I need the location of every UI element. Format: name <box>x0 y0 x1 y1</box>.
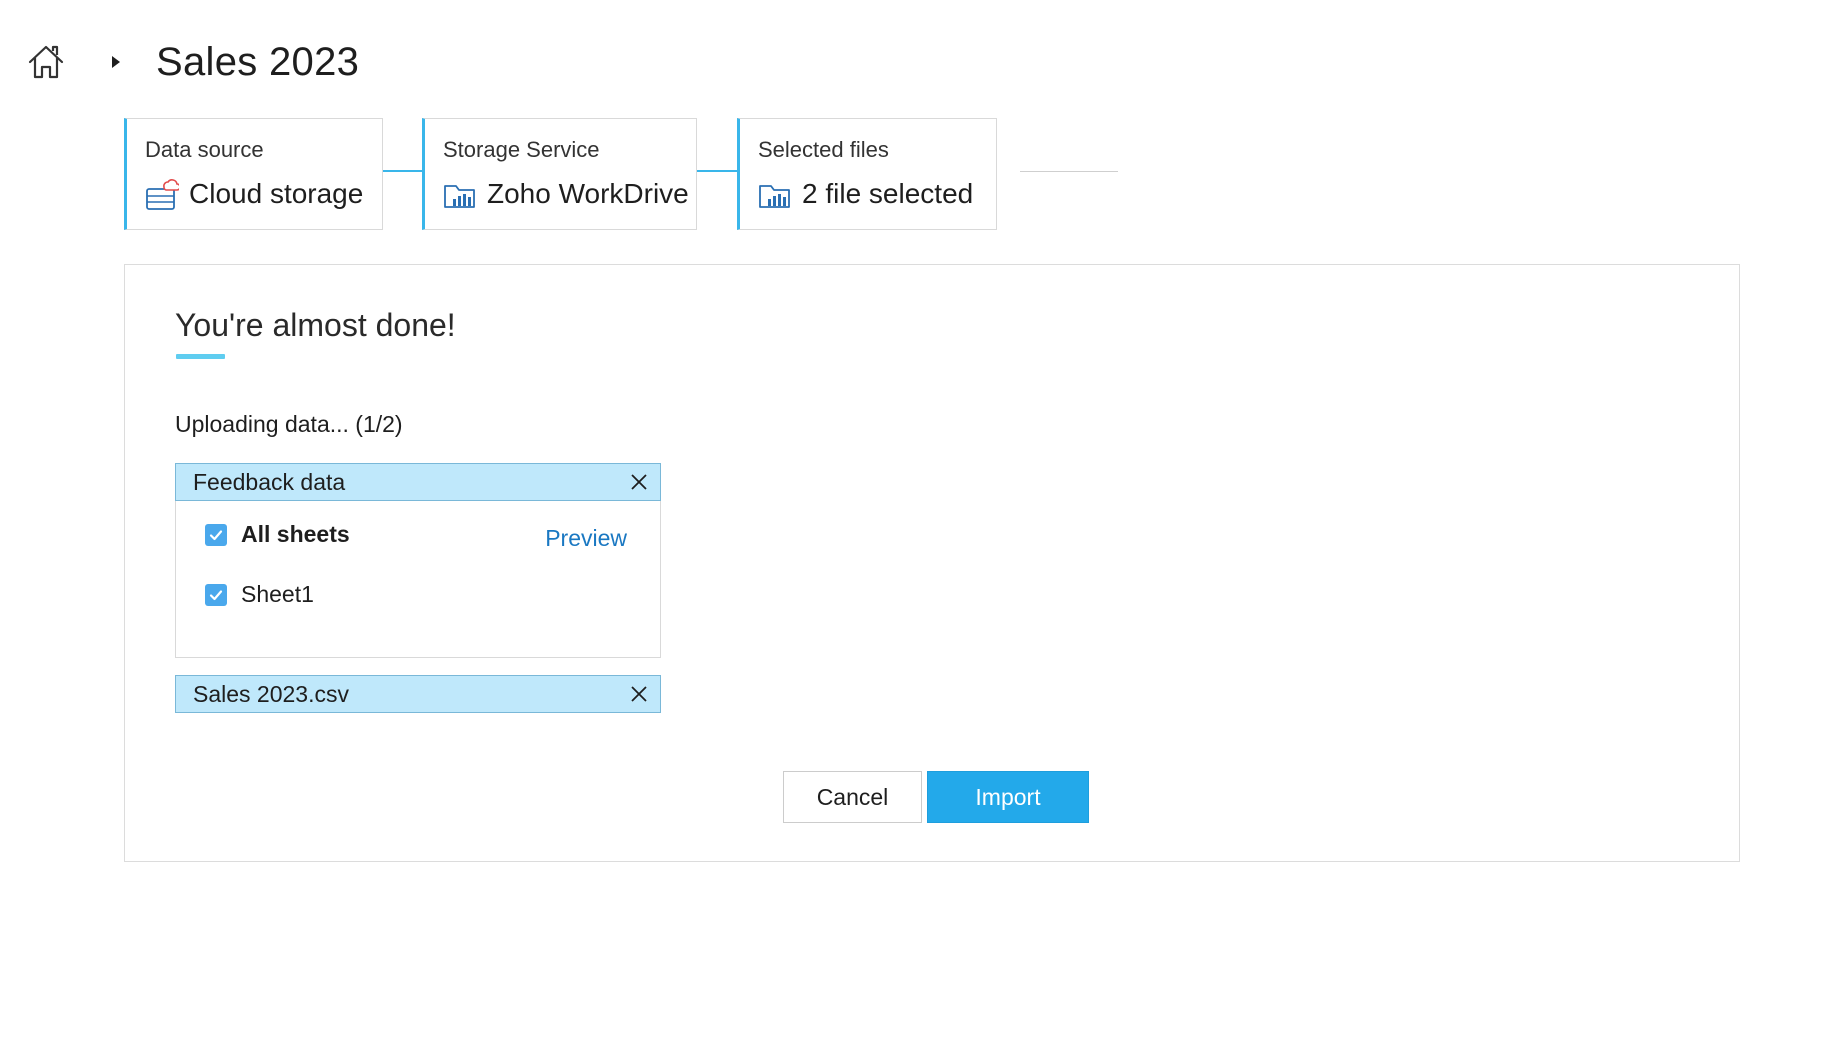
close-icon[interactable] <box>628 471 650 493</box>
file-name: Feedback data <box>193 468 346 495</box>
file-block: Feedback data All sheets Preview Sheet1 <box>175 463 661 658</box>
home-icon[interactable] <box>26 42 66 82</box>
import-button[interactable]: Import <box>927 771 1089 823</box>
step-value-row: Zoho WorkDrive <box>443 177 696 211</box>
file-name: Sales 2023.csv <box>193 680 349 707</box>
file-header[interactable]: Sales 2023.csv <box>175 675 661 713</box>
sheet-label: Sheet1 <box>241 581 314 607</box>
step-selected-files: Selected files 2 file selected <box>737 118 997 230</box>
workdrive-folder-icon <box>759 185 790 208</box>
step-value-row: Cloud storage <box>145 177 382 211</box>
step-label: Selected files <box>758 137 889 162</box>
cancel-button[interactable]: Cancel <box>783 771 922 823</box>
sheet1-checkbox[interactable] <box>205 583 227 606</box>
sheet-label: All sheets <box>241 521 350 547</box>
step-label: Storage Service <box>443 137 600 162</box>
step-connector <box>383 170 422 172</box>
close-icon[interactable] <box>628 683 650 705</box>
step-label: Data source <box>145 137 264 162</box>
file-block: Sales 2023.csv <box>175 675 661 713</box>
page-title: Sales 2023 <box>156 39 360 84</box>
file-header[interactable]: Feedback data <box>175 463 661 501</box>
step-data-source: Data source Cloud storage <box>124 118 383 230</box>
workdrive-folder-icon <box>444 185 475 208</box>
check-icon <box>209 589 223 600</box>
caret-right-icon <box>112 56 120 68</box>
step-tail-line <box>1020 171 1118 172</box>
step-value: 2 file selected <box>802 178 974 209</box>
step-value: Zoho WorkDrive <box>487 178 689 209</box>
page-header: Sales 2023 <box>26 34 359 90</box>
step-connector <box>697 170 737 172</box>
step-value-row: 2 file selected <box>758 177 996 211</box>
check-icon <box>209 529 223 540</box>
cloud-storage-icon <box>146 179 179 210</box>
step-value: Cloud storage <box>189 178 364 209</box>
import-card: You're almost done! Uploading data... (1… <box>124 264 1740 862</box>
all-sheets-checkbox[interactable] <box>205 523 227 546</box>
heading-underline <box>176 354 225 359</box>
sheet-panel: All sheets Preview Sheet1 <box>175 501 661 658</box>
sheet-row-sheet1: Sheet1 <box>205 581 314 608</box>
step-storage-service: Storage Service Zoho WorkDrive <box>422 118 697 230</box>
upload-status: Uploading data... (1/2) <box>175 411 403 437</box>
sheet-row-all-sheets: All sheets <box>205 521 350 548</box>
preview-link[interactable]: Preview <box>545 525 627 552</box>
card-heading: You're almost done! <box>175 307 456 343</box>
